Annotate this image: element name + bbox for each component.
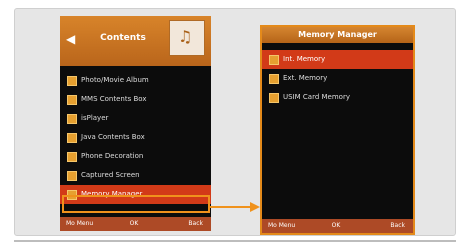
memory-list: Int. Memory Ext. Memory USIM Card Memory	[262, 50, 413, 107]
list-item-label: Captured Screen	[81, 171, 140, 179]
list-item-ext-memory[interactable]: Ext. Memory	[262, 69, 413, 88]
softkey-ok[interactable]: OK	[128, 220, 140, 227]
folder-icon	[269, 93, 279, 103]
softkey-menu[interactable]: Mo Menu	[268, 222, 295, 229]
contents-title: Contents	[100, 33, 146, 43]
folder-icon	[67, 95, 77, 105]
memory-manager-screen: Memory Manager Int. Memory Ext. Memory U…	[260, 25, 415, 235]
chevron-left-icon[interactable]: ◀	[66, 32, 75, 46]
folder-icon	[67, 133, 77, 143]
folder-icon	[269, 74, 279, 84]
contents-header: ◀ Contents ♫	[60, 16, 211, 66]
list-item-mms-contents-box[interactable]: MMS Contents Box	[60, 90, 211, 109]
arrow-right-icon	[210, 202, 260, 212]
list-item-phone-decoration[interactable]: Phone Decoration	[60, 147, 211, 166]
list-item-int-memory[interactable]: Int. Memory	[262, 50, 413, 69]
memory-manager-header: Memory Manager	[262, 27, 413, 43]
softkey-menu[interactable]: Mo Menu	[66, 220, 93, 227]
list-item-isplayer[interactable]: isPlayer	[60, 109, 211, 128]
list-item-label: Int. Memory	[283, 55, 326, 63]
folder-icon	[269, 55, 279, 65]
folder-icon	[67, 114, 77, 124]
memory-manager-title: Memory Manager	[298, 30, 377, 39]
softkey-back[interactable]: Back	[390, 222, 405, 229]
folder-icon	[67, 171, 77, 181]
contents-list: Photo/Movie Album MMS Contents Box isPla…	[60, 71, 211, 204]
list-item-usim-card-memory[interactable]: USIM Card Memory	[262, 88, 413, 107]
list-item-captured-screen[interactable]: Captured Screen	[60, 166, 211, 185]
softkey-back[interactable]: Back	[188, 220, 203, 227]
list-item-label: Photo/Movie Album	[81, 76, 149, 84]
list-item-label: USIM Card Memory	[283, 93, 350, 101]
softkey-bar: Mo Menu OK Back	[60, 217, 211, 231]
folder-music-icon: ♫	[169, 20, 205, 56]
list-item-label: Phone Decoration	[81, 152, 144, 160]
folder-icon	[67, 152, 77, 162]
list-item-label: isPlayer	[81, 114, 109, 122]
list-item-java-contents-box[interactable]: Java Contents Box	[60, 128, 211, 147]
list-item-label: MMS Contents Box	[81, 95, 147, 103]
folder-icon	[67, 76, 77, 86]
selection-highlight	[62, 195, 210, 213]
list-item-label: Java Contents Box	[81, 133, 145, 141]
list-item-photo-movie-album[interactable]: Photo/Movie Album	[60, 71, 211, 90]
list-item-label: Ext. Memory	[283, 74, 328, 82]
softkey-bar: Mo Menu OK Back	[262, 219, 413, 233]
softkey-ok[interactable]: OK	[330, 222, 342, 229]
divider	[14, 240, 456, 242]
